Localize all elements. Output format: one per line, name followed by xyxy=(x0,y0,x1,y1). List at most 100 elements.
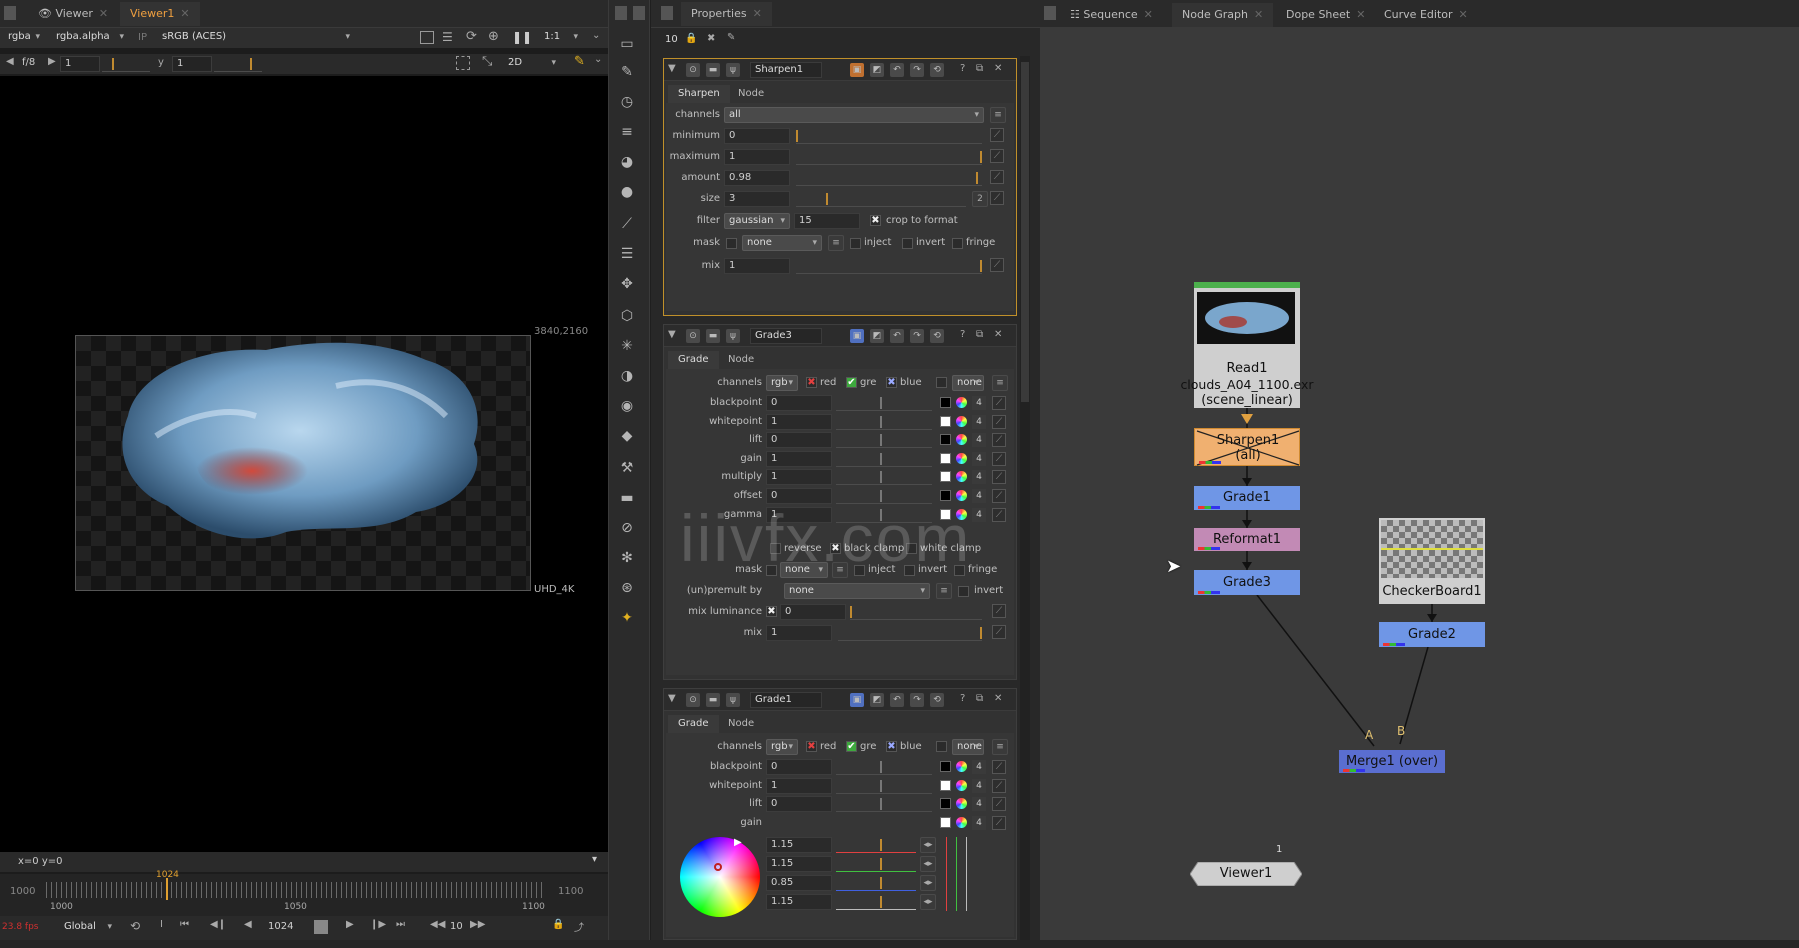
gain-value-slider[interactable] xyxy=(836,875,916,891)
tab-properties[interactable]: Properties ✕ xyxy=(681,2,772,26)
blackpoint-field[interactable]: 0 xyxy=(766,395,832,411)
crop-to-format-checkbox[interactable]: ✖ xyxy=(870,215,881,226)
skip-back-icon[interactable]: ◀◀ xyxy=(430,919,445,930)
mix-luminance-slider[interactable] xyxy=(850,604,982,620)
float-icon[interactable]: ⧉ xyxy=(976,693,983,704)
fstop-decrement[interactable]: ◀ xyxy=(6,56,14,67)
lift-field[interactable]: 0 xyxy=(766,796,832,813)
unpremult-invert-checkbox[interactable] xyxy=(958,586,969,597)
gear-icon[interactable]: ψ xyxy=(726,693,740,707)
mask-options[interactable]: ≡ xyxy=(828,235,844,251)
close-icon[interactable]: ✕ xyxy=(994,693,1002,704)
node-reformat1[interactable]: Reformat1 xyxy=(1194,528,1300,551)
gain-field[interactable]: 1 xyxy=(766,450,832,467)
channels-options[interactable]: ≡ xyxy=(992,739,1008,755)
redo-icon[interactable]: ↷ xyxy=(910,693,924,707)
gain-value-arrows[interactable]: ◂▸ xyxy=(920,837,936,853)
invert-checkbox[interactable] xyxy=(902,238,913,249)
whitepoint-slider[interactable] xyxy=(836,778,932,794)
color-wheel-icon[interactable] xyxy=(956,471,967,483)
image-tools-icon[interactable]: ▭ xyxy=(617,34,637,54)
redo-icon[interactable]: ↷ xyxy=(910,329,924,343)
chevron-down-icon[interactable]: ⌄ xyxy=(592,30,600,41)
skip-forward-icon[interactable]: ▶▶ xyxy=(470,919,485,930)
whitepoint-slider[interactable] xyxy=(836,414,932,430)
lift-field[interactable]: 0 xyxy=(766,432,832,449)
animation-icon[interactable]: ⟋ xyxy=(992,414,1006,429)
mix-field[interactable]: 1 xyxy=(766,625,832,641)
tab-grade[interactable]: Grade xyxy=(668,351,719,369)
alpha-dropdown[interactable]: rgba.alpha xyxy=(52,30,128,46)
in-point-icon[interactable]: I xyxy=(160,919,163,930)
gain-slider[interactable] xyxy=(836,451,932,467)
mode-2d-dropdown[interactable]: 2D xyxy=(504,56,560,72)
chevron-down-icon[interactable]: ⌄ xyxy=(594,54,602,65)
tab-node[interactable]: Node xyxy=(718,715,764,733)
metadata-tools-icon[interactable]: ◆ xyxy=(617,426,637,446)
alpha-channel-checkbox[interactable] xyxy=(936,741,947,752)
revert-icon[interactable]: ⟲ xyxy=(930,329,944,343)
chevron-down-icon[interactable]: ▾ xyxy=(592,854,597,865)
whitepoint-swatch[interactable] xyxy=(940,415,951,427)
stop-icon[interactable] xyxy=(314,920,328,934)
viewer-canvas[interactable]: 3840,2160 UHD_4K xyxy=(0,76,608,852)
multiply-slider[interactable] xyxy=(836,469,932,486)
animation-icon[interactable]: ⟋ xyxy=(992,625,1006,639)
color-wheel-icon[interactable] xyxy=(956,415,967,427)
timeline-start[interactable]: 1000 xyxy=(10,886,35,897)
undo-icon[interactable]: ↶ xyxy=(890,693,904,707)
tab-viewer1[interactable]: Viewer1 ✕ xyxy=(120,2,200,26)
color-wheel-marker[interactable] xyxy=(714,863,722,871)
node-read1[interactable]: Read1 clouds_A04_1100.exr (scene_linear) xyxy=(1180,282,1314,408)
green-channel-checkbox[interactable]: ✔ xyxy=(846,377,857,388)
gamma-field[interactable]: 1 xyxy=(172,56,212,72)
tab-node[interactable]: Node xyxy=(728,85,774,103)
pane-menu-icon[interactable] xyxy=(633,6,645,20)
gamma-slider[interactable] xyxy=(214,56,262,72)
blue-channel-checkbox[interactable]: ✖ xyxy=(886,741,897,752)
pane-menu-icon[interactable] xyxy=(661,6,673,20)
mask-icon[interactable]: ▬ xyxy=(706,63,720,77)
blue-channel-checkbox[interactable]: ✖ xyxy=(886,377,897,388)
multiply-swatch[interactable] xyxy=(940,471,951,483)
node-name-field[interactable]: Grade1 xyxy=(750,692,822,708)
animation-icon[interactable]: ⟋ xyxy=(992,507,1006,522)
channels-options[interactable]: ≡ xyxy=(992,375,1008,391)
wipe-icon[interactable]: ⤡ xyxy=(482,54,492,69)
3d-tools-icon[interactable]: ⬡ xyxy=(617,306,637,326)
red-channel-checkbox[interactable]: ✖ xyxy=(806,741,817,752)
undo-icon[interactable]: ↶ xyxy=(890,329,904,343)
node-sharpen1[interactable]: Sharpen1 (all) xyxy=(1194,428,1300,466)
node-viewer1[interactable]: Viewer1 xyxy=(1190,862,1302,886)
help-icon[interactable]: ? xyxy=(960,63,965,74)
step-field[interactable]: 10 xyxy=(450,921,463,932)
animation-icon[interactable]: ⟋ xyxy=(992,797,1006,812)
crop-icon[interactable] xyxy=(456,56,470,70)
play-back-icon[interactable]: ◀ xyxy=(244,919,252,930)
pencil-icon[interactable]: ✎ xyxy=(727,32,735,43)
viewer-icon[interactable]: ⊙ xyxy=(686,63,700,77)
animation-icon[interactable]: ⟋ xyxy=(990,128,1004,142)
animation-icon[interactable]: ⟋ xyxy=(992,778,1006,793)
export-icon[interactable]: ⤴ xyxy=(574,919,584,934)
edit-icon[interactable]: ◩ xyxy=(870,329,884,343)
split-channels-button[interactable]: 4 xyxy=(972,816,986,830)
pause-icon[interactable]: ❚❚ xyxy=(512,30,532,44)
undo-icon[interactable]: ↶ xyxy=(890,63,904,77)
unpremult-options[interactable]: ≡ xyxy=(936,583,952,599)
gear-icon[interactable]: ψ xyxy=(726,63,740,77)
furnace-tools-icon[interactable]: ⊘ xyxy=(617,518,637,538)
animation-icon[interactable]: ⟋ xyxy=(992,604,1006,618)
mask-dropdown[interactable]: none xyxy=(742,235,822,251)
ocula-tools-icon[interactable]: ✻ xyxy=(617,548,637,568)
split-channels-button[interactable]: 4 xyxy=(972,797,986,812)
lift-swatch[interactable] xyxy=(940,434,951,446)
blackpoint-swatch[interactable] xyxy=(940,761,951,772)
split-channels-button[interactable]: 4 xyxy=(972,760,986,774)
lift-slider[interactable] xyxy=(836,796,932,813)
node-name-field[interactable]: Grade3 xyxy=(750,328,822,344)
maximum-field[interactable]: 1 xyxy=(724,149,790,165)
split-channels-button[interactable]: 4 xyxy=(972,451,986,466)
mix-slider[interactable] xyxy=(838,625,982,641)
play-icon[interactable]: ▶ xyxy=(346,919,354,930)
